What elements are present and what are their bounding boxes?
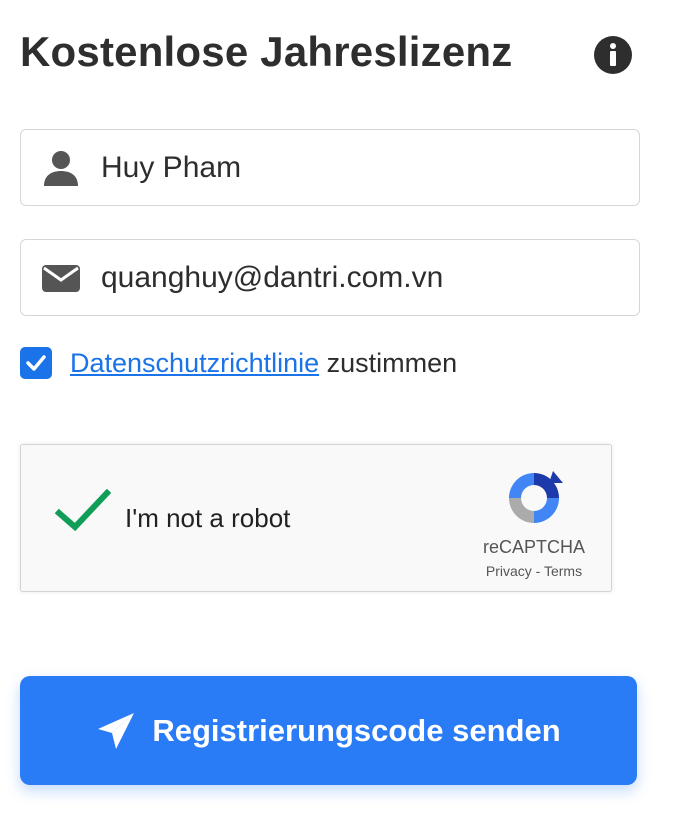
info-icon[interactable] (593, 35, 633, 75)
envelope-icon (41, 258, 81, 298)
paper-plane-icon (98, 712, 135, 749)
recaptcha-separator: - (531, 563, 544, 579)
title-row: Kostenlose Jahreslizenz (20, 28, 512, 76)
recaptcha-logo-icon (509, 471, 563, 523)
recaptcha-brand: reCAPTCHA (482, 537, 585, 557)
user-icon (41, 148, 81, 188)
privacy-consent-text: Datenschutzrichtlinie zustimmen (70, 348, 457, 379)
recaptcha-privacy-link[interactable]: Privacy (486, 563, 532, 579)
email-field[interactable] (20, 239, 640, 316)
recaptcha-links: Privacy - Terms (461, 563, 607, 579)
email-input[interactable] (101, 260, 601, 295)
recaptcha-terms-link[interactable]: Terms (544, 563, 582, 579)
privacy-policy-link[interactable]: Datenschutzrichtlinie (70, 348, 319, 378)
green-check-icon[interactable] (55, 489, 111, 533)
name-input[interactable] (101, 150, 601, 185)
page-title: Kostenlose Jahreslizenz (20, 28, 513, 75)
send-button-label: Registrierungscode senden (152, 712, 561, 748)
send-registration-code-button[interactable]: Registrierungscode senden (20, 676, 637, 785)
privacy-consent-suffix: zustimmen (319, 347, 458, 378)
name-field[interactable] (20, 129, 640, 206)
checkbox-checked-icon (26, 355, 46, 371)
privacy-checkbox[interactable] (20, 347, 52, 379)
recaptcha-label: I'm not a robot (125, 503, 291, 533)
privacy-consent: Datenschutzrichtlinie zustimmen (20, 347, 457, 379)
recaptcha-widget: I'm not a robot reCAPTCHA Privacy - Term… (20, 444, 612, 592)
